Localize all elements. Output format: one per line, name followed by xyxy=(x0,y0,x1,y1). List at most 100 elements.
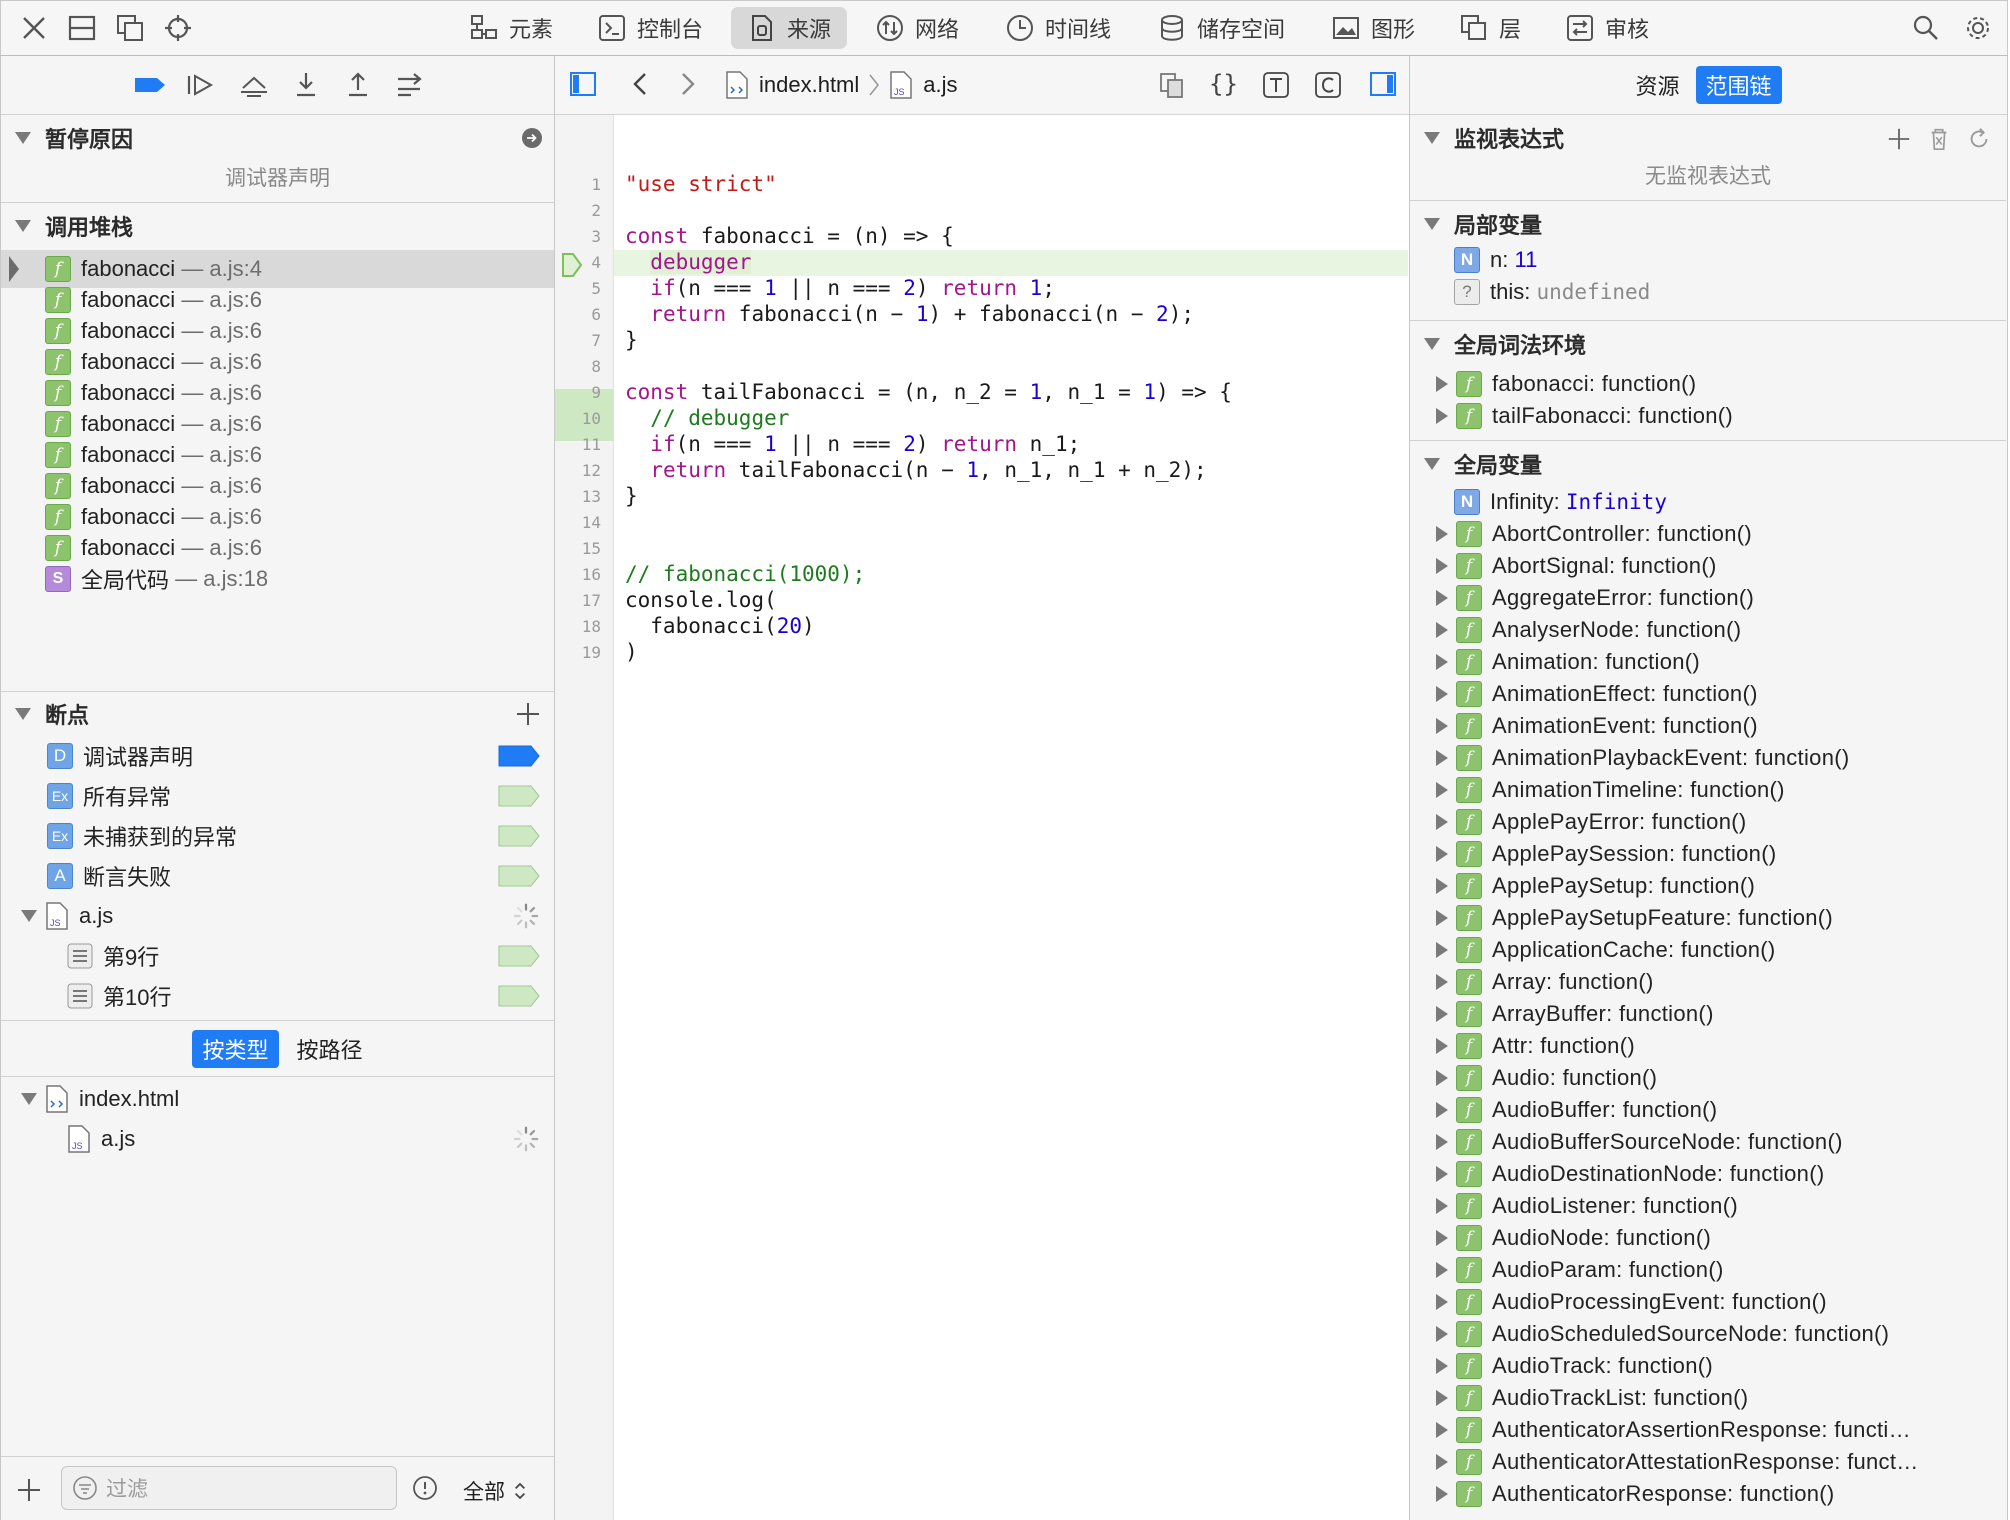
scope-select[interactable]: 全部 xyxy=(463,1476,527,1506)
property-row[interactable]: f Animation: function() xyxy=(1410,646,2006,678)
expand-triangle-icon[interactable] xyxy=(1430,942,1454,958)
tab-sources[interactable]: 来源 xyxy=(731,7,848,49)
line-number[interactable]: 8 xyxy=(561,357,601,376)
detach-window-icon[interactable] xyxy=(113,11,147,45)
expand-triangle-icon[interactable] xyxy=(1430,1198,1454,1214)
property-row[interactable]: f AuthenticatorAttestationResponse: funct… xyxy=(1410,1446,2006,1478)
property-row[interactable]: f tailFabonacci: function() xyxy=(1410,400,2006,432)
property-row[interactable]: f AudioScheduledSourceNode: function() xyxy=(1410,1318,2006,1350)
expand-triangle-icon[interactable] xyxy=(1430,1230,1454,1246)
breakpoint-uncaught-exceptions[interactable]: Ex 未捕获到的异常 xyxy=(1,817,554,855)
expand-triangle-icon[interactable] xyxy=(1430,814,1454,830)
expand-triangle-icon[interactable] xyxy=(1430,1006,1454,1022)
search-icon[interactable] xyxy=(1909,11,1943,45)
property-row[interactable]: f fabonacci: function() xyxy=(1410,368,2006,400)
expand-triangle-icon[interactable] xyxy=(1430,1102,1454,1118)
step-out-icon[interactable] xyxy=(341,70,375,100)
inspect-crosshair-icon[interactable] xyxy=(161,11,195,45)
property-row[interactable]: f AuthenticatorResponse: function() xyxy=(1410,1478,2006,1510)
property-row[interactable]: f AnimationEffect: function() xyxy=(1410,678,2006,710)
forward-chevron-icon[interactable] xyxy=(673,70,701,103)
expand-triangle-icon[interactable] xyxy=(1430,686,1454,702)
property-row[interactable]: f ApplePaySetup: function() xyxy=(1410,870,2006,902)
line-number[interactable]: 4 xyxy=(561,253,601,272)
expand-triangle-icon[interactable] xyxy=(1430,878,1454,894)
global-variable-row[interactable]: N Infinity: Infinity xyxy=(1410,486,2006,518)
expand-triangle-icon[interactable] xyxy=(1430,1390,1454,1406)
gear-icon[interactable] xyxy=(1961,11,1995,45)
continue-icon[interactable] xyxy=(183,70,217,100)
expand-triangle-icon[interactable] xyxy=(1430,1294,1454,1310)
property-row[interactable]: f AggregateError: function() xyxy=(1410,582,2006,614)
line-number[interactable]: 16 xyxy=(561,565,601,584)
add-breakpoint-icon[interactable] xyxy=(514,700,542,734)
expand-triangle-icon[interactable] xyxy=(1430,1262,1454,1278)
expand-triangle-icon[interactable] xyxy=(1430,654,1454,670)
expand-triangle-icon[interactable] xyxy=(1430,750,1454,766)
breakpoint-disabled-flag-icon[interactable] xyxy=(498,785,540,807)
property-row[interactable]: f AudioTrackList: function() xyxy=(1410,1382,2006,1414)
coverage-icon[interactable] xyxy=(1313,70,1343,105)
tab-layers[interactable]: 层 xyxy=(1459,7,1521,49)
tab-scope-chain[interactable]: 范围链 xyxy=(1695,66,1782,104)
line-number[interactable]: 10 xyxy=(561,409,601,428)
breakpoint-disabled-flag-icon[interactable] xyxy=(498,825,540,847)
property-row[interactable]: f AudioParam: function() xyxy=(1410,1254,2006,1286)
expand-triangle-icon[interactable] xyxy=(1430,1486,1454,1502)
property-row[interactable]: f Audio: function() xyxy=(1410,1062,2006,1094)
breakpoint-disabled-flag-icon[interactable] xyxy=(498,945,540,967)
dock-bottom-icon[interactable] xyxy=(65,11,99,45)
breakpoint-file-a-js[interactable]: JS a.js xyxy=(1,897,554,935)
tab-storage[interactable]: 储存空间 xyxy=(1157,7,1285,49)
breakpoint-debugger-statements[interactable]: D 调试器声明 xyxy=(1,737,554,775)
property-row[interactable]: f Attr: function() xyxy=(1410,1030,2006,1062)
property-row[interactable]: f AbortSignal: function() xyxy=(1410,550,2006,582)
exclamation-circle-icon[interactable] xyxy=(411,1474,439,1507)
property-row[interactable]: f AnimationEvent: function() xyxy=(1410,710,2006,742)
add-watch-icon[interactable] xyxy=(1886,126,1912,158)
line-number-gutter[interactable] xyxy=(555,115,614,1520)
expand-triangle-icon[interactable] xyxy=(1430,1422,1454,1438)
line-number[interactable]: 17 xyxy=(561,591,601,610)
global-lexical-header[interactable]: 全局词法环境 xyxy=(1410,324,2006,364)
expand-triangle-icon[interactable] xyxy=(1430,526,1454,542)
resource-a-js[interactable]: JS a.js xyxy=(1,1120,554,1158)
expand-triangle-icon[interactable] xyxy=(1430,590,1454,606)
line-number[interactable]: 19 xyxy=(561,643,601,662)
expand-triangle-icon[interactable] xyxy=(1430,974,1454,990)
tab-timelines[interactable]: 时间线 xyxy=(1005,7,1111,49)
group-by-path-button[interactable]: 按路径 xyxy=(297,1033,363,1065)
watch-expressions-header[interactable]: 监视表达式 xyxy=(1410,118,2006,158)
add-resource-icon[interactable] xyxy=(15,1476,43,1509)
breakpoint-line-10[interactable]: 第10行 xyxy=(1,977,554,1015)
expand-triangle-icon[interactable] xyxy=(1430,782,1454,798)
tab-resources[interactable]: 资源 xyxy=(1635,69,1679,101)
breakpoint-assertion-failures[interactable]: A 断言失败 xyxy=(1,857,554,895)
expand-triangle-icon[interactable] xyxy=(1430,846,1454,862)
property-row[interactable]: f AnimationPlaybackEvent: function() xyxy=(1410,742,2006,774)
line-number[interactable]: 12 xyxy=(561,461,601,480)
breakpoint-disabled-flag-icon[interactable] xyxy=(498,865,540,887)
property-row[interactable]: f AudioDestinationNode: function() xyxy=(1410,1158,2006,1190)
tab-console[interactable]: 控制台 xyxy=(597,7,703,49)
expand-triangle-icon[interactable] xyxy=(1430,622,1454,638)
property-row[interactable]: f AudioBuffer: function() xyxy=(1410,1094,2006,1126)
tab-network[interactable]: 网络 xyxy=(875,7,959,49)
line-number[interactable]: 13 xyxy=(561,487,601,506)
breakpoint-line-9[interactable]: 第9行 xyxy=(1,937,554,975)
line-number[interactable]: 1 xyxy=(561,175,601,194)
group-by-type-button[interactable]: 按类型 xyxy=(192,1030,279,1068)
line-number[interactable]: 6 xyxy=(561,305,601,324)
back-chevron-icon[interactable] xyxy=(627,70,655,103)
step-over-icon[interactable] xyxy=(237,70,271,100)
property-row[interactable]: f AudioListener: function() xyxy=(1410,1190,2006,1222)
expand-triangle-icon[interactable] xyxy=(1430,1166,1454,1182)
breakpoint-all-exceptions[interactable]: Ex 所有异常 xyxy=(1,777,554,815)
expand-triangle-icon[interactable] xyxy=(1430,910,1454,926)
breadcrumb-item[interactable]: a.js xyxy=(923,72,957,98)
property-row[interactable]: f ApplicationCache: function() xyxy=(1410,934,2006,966)
close-icon[interactable] xyxy=(17,11,51,45)
tab-elements[interactable]: 元素 xyxy=(469,7,553,49)
filter-input[interactable]: 过滤 xyxy=(61,1466,397,1510)
toggle-right-sidebar-icon[interactable] xyxy=(1369,70,1397,103)
